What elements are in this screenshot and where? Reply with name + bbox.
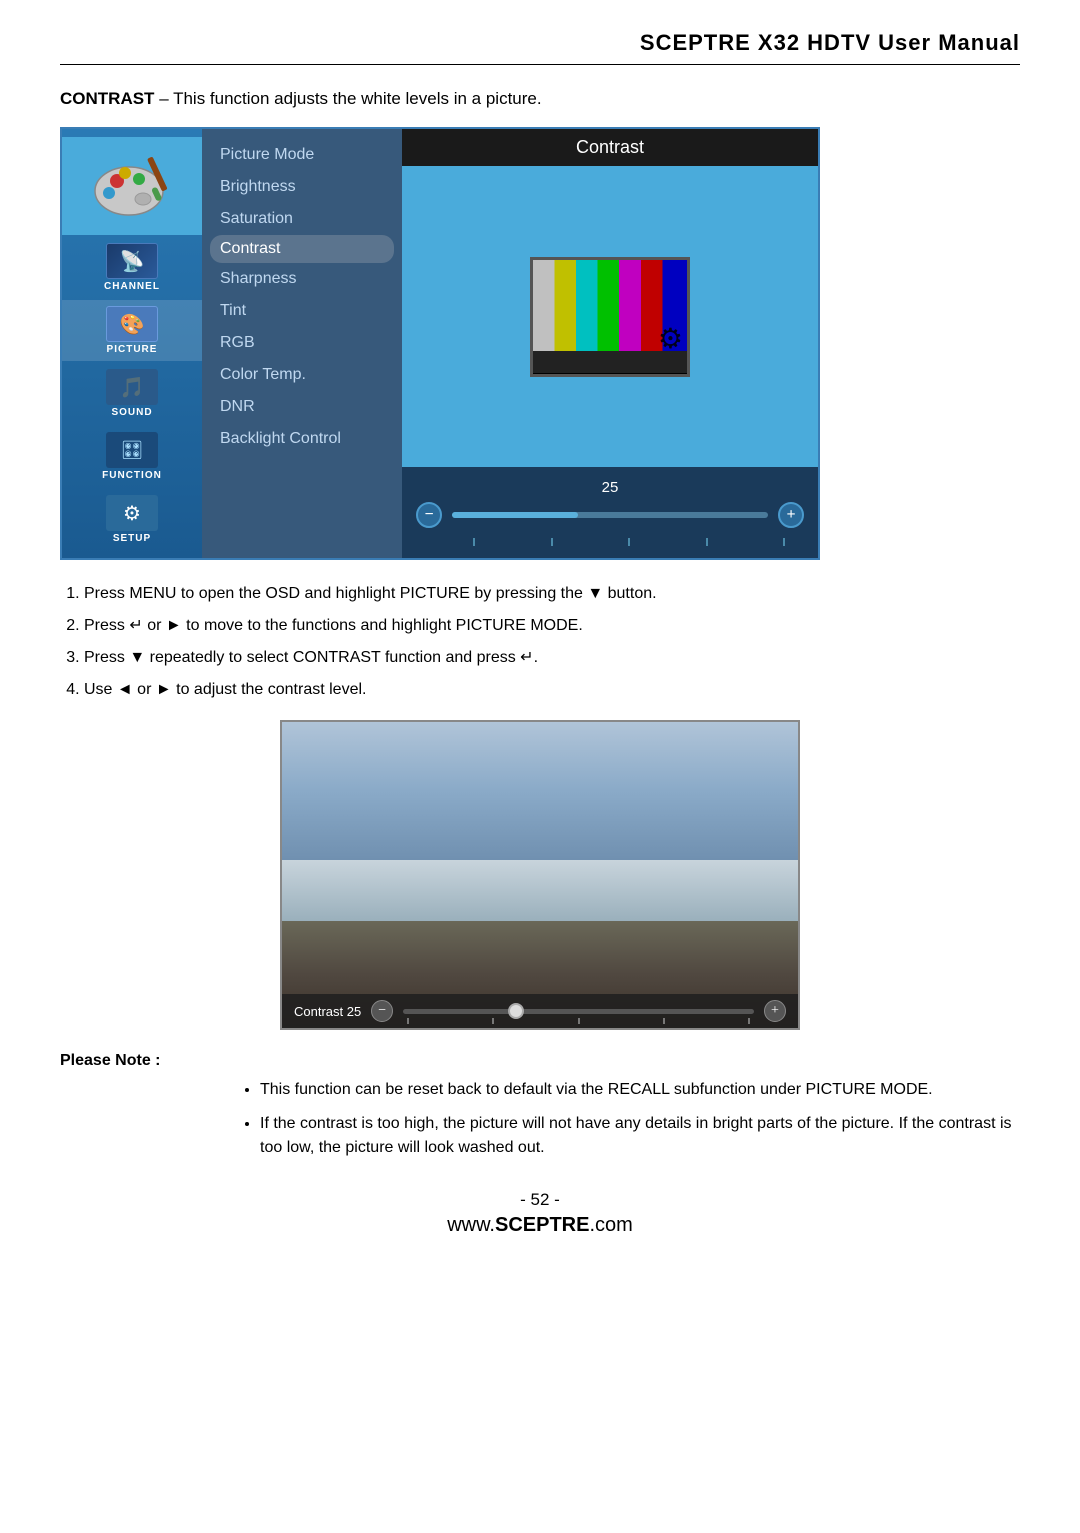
ctick-3 [578,1018,580,1024]
contrast-slider-track[interactable] [403,1009,754,1014]
page-footer: - 52 - www.SCEPTRE.com [60,1190,1020,1237]
instructions-list: Press MENU to open the OSD and highlight… [60,582,1020,702]
contrast-slider-ticks [403,1018,754,1024]
slider-ticks [473,538,785,546]
menu-item-brightness[interactable]: Brightness [202,171,402,203]
contrast-increase-btn[interactable]: + [764,1000,786,1022]
slider-decrease-btn[interactable]: − [416,502,442,528]
sidebar-label-picture: PICTURE [107,344,158,355]
osd-sidebar: 📡 CHANNEL 🎨 PICTURE 🎵 SOUND 🎛 FUNCTION [62,129,202,558]
contrast-bar: Contrast 25 − + [282,994,798,1028]
slider-track[interactable] [452,512,768,518]
screenshot-overlay [282,722,798,1028]
please-note-list: This function can be reset back to defau… [60,1078,1020,1160]
contrast-bar-label-value: Contrast 25 [294,1004,361,1019]
intro-description: This function adjusts the white levels i… [173,89,542,108]
osd-panel: 📡 CHANNEL 🎨 PICTURE 🎵 SOUND 🎛 FUNCTION [60,127,820,560]
channel-icon: 📡 [106,243,158,279]
tick-2 [551,538,553,546]
ctick-4 [663,1018,665,1024]
tick-5 [783,538,785,546]
menu-item-picture-mode[interactable]: Picture Mode [202,139,402,171]
contrast-decrease-btn[interactable]: − [371,1000,393,1022]
ctick-2 [492,1018,494,1024]
tick-4 [706,538,708,546]
sidebar-item-setup[interactable]: ⚙ SETUP [62,489,202,550]
sidebar-item-sound[interactable]: 🎵 SOUND [62,363,202,424]
setup-icon: ⚙ [106,495,158,531]
please-note-item-1: This function can be reset back to defau… [260,1078,1020,1102]
please-note-section: Please Note : This function can be reset… [60,1052,1020,1160]
slider-fill [452,512,578,518]
menu-item-contrast[interactable]: Contrast [210,235,394,263]
page-header: SCEPTRE X32 HDTV User Manual [60,30,1020,65]
sidebar-label-channel: CHANNEL [104,281,160,292]
sidebar-item-channel[interactable]: 📡 CHANNEL [62,237,202,298]
instruction-step-3: Press ▼ repeatedly to select CONTRAST fu… [84,646,1020,670]
footer-page-number: - 52 - [60,1190,1020,1210]
menu-item-dnr[interactable]: DNR [202,391,402,423]
menu-item-saturation[interactable]: Saturation [202,203,402,235]
slider-row: − + [416,502,804,528]
gear-overlay-icon: ⚙ [658,322,683,356]
tv-preview-box: ⚙ [530,257,690,377]
sidebar-item-function[interactable]: 🎛 FUNCTION [62,426,202,487]
ctick-1 [407,1018,409,1024]
osd-palette-icon-area [62,137,202,235]
menu-item-tint[interactable]: Tint [202,295,402,327]
footer-url-suffix: .com [589,1214,632,1236]
footer-url-brand: SCEPTRE [495,1214,589,1236]
slider-value-display: 25 [602,479,619,496]
tick-3 [628,538,630,546]
ctick-5 [748,1018,750,1024]
sky-area [282,722,798,860]
footer-url-prefix: www. [447,1214,495,1236]
sidebar-item-picture[interactable]: 🎨 PICTURE [62,300,202,361]
instruction-step-4: Use ◄ or ► to adjust the contrast level. [84,678,1020,702]
please-note-title: Please Note : [60,1052,1020,1070]
footer-url: www.SCEPTRE.com [60,1214,1020,1237]
contrast-slider-thumb [508,1003,524,1019]
menu-item-rgb[interactable]: RGB [202,327,402,359]
osd-right-panel: Contrast ⚙ 25 − + [402,129,818,558]
intro-text: CONTRAST – This function adjusts the whi… [60,89,1020,109]
instructions: Press MENU to open the OSD and highlight… [60,582,1020,702]
picture-icon: 🎨 [106,306,158,342]
sidebar-label-setup: SETUP [113,533,151,544]
cloud-area [282,860,798,921]
intro-dash: – [159,89,168,108]
sound-icon: 🎵 [106,369,158,405]
palette-icon [87,151,177,221]
contrast-label: CONTRAST [60,89,154,108]
tick-1 [473,538,475,546]
instruction-step-1: Press MENU to open the OSD and highlight… [84,582,1020,606]
sidebar-label-function: FUNCTION [102,470,162,481]
instruction-step-2: Press ↵ or ► to move to the functions an… [84,614,1020,638]
function-icon: 🎛 [106,432,158,468]
menu-item-sharpness[interactable]: Sharpness [202,263,402,295]
slider-increase-btn[interactable]: + [778,502,804,528]
osd-tv-preview: ⚙ [402,166,818,467]
osd-slider-area: 25 − + [402,467,818,558]
tv-screenshot: Contrast 25 − + [280,720,800,1030]
menu-item-backlight[interactable]: Backlight Control [202,423,402,455]
menu-item-color-temp[interactable]: Color Temp. [202,359,402,391]
please-note-item-2: If the contrast is too high, the picture… [260,1112,1020,1160]
sidebar-label-sound: SOUND [111,407,152,418]
osd-right-header: Contrast [402,129,818,166]
osd-menu: Picture Mode Brightness Saturation Contr… [202,129,402,558]
